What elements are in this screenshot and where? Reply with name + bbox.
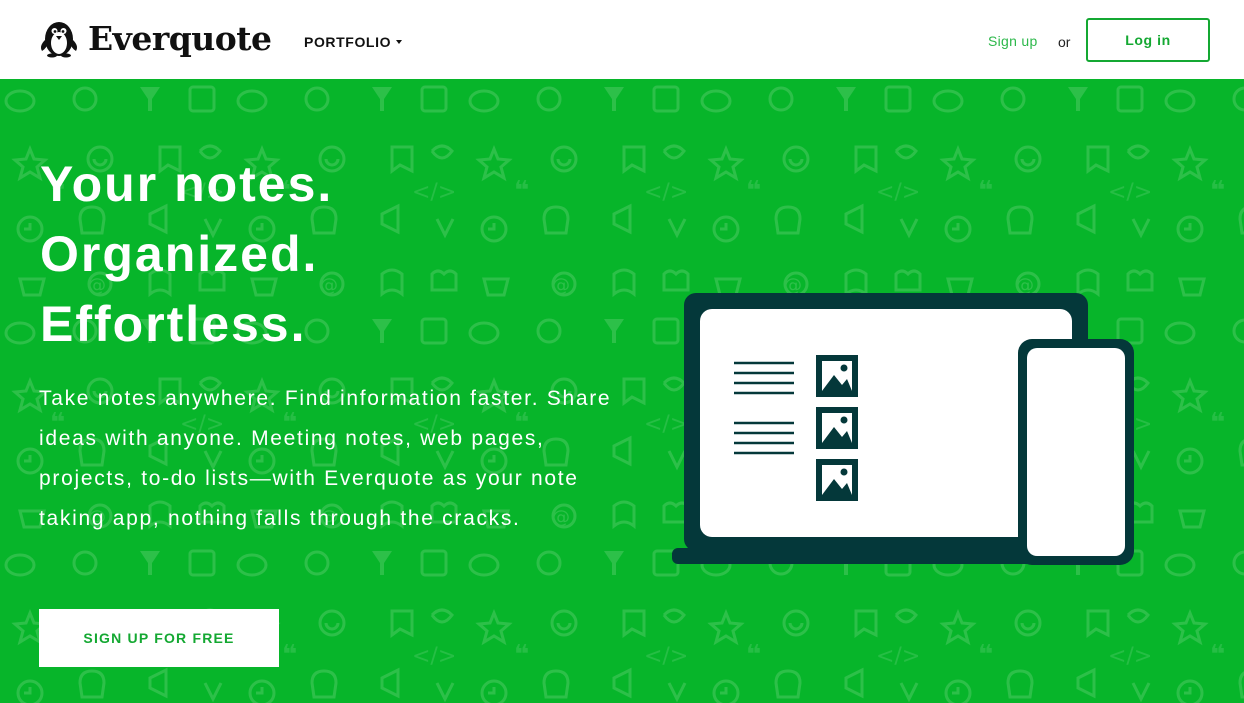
image-icon-3: [816, 459, 858, 501]
site-header: Everquote PORTFOLIO Sign up or Log in: [0, 0, 1244, 79]
brand-logo[interactable]: Everquote: [38, 18, 272, 58]
brand-name: Everquote: [88, 18, 272, 58]
hero-section: @ ❝ </> Your notes. Organized. Effortles…: [0, 79, 1244, 703]
portfolio-menu[interactable]: PORTFOLIO: [304, 34, 403, 50]
hero-headline: Your notes. Organized. Effortless.: [40, 149, 333, 359]
penguin-logo-icon: [41, 22, 77, 58]
signup-free-button[interactable]: SIGN UP FOR FREE: [39, 609, 279, 667]
headline-line-2: Organized.: [40, 226, 319, 282]
headline-line-1: Your notes.: [40, 156, 334, 212]
login-button[interactable]: Log in: [1086, 18, 1210, 62]
image-icon-2: [816, 407, 858, 449]
devices-illustration: [672, 293, 1134, 565]
signup-link[interactable]: Sign up: [988, 33, 1038, 49]
headline-line-3: Effortless.: [40, 296, 307, 352]
portfolio-label: PORTFOLIO: [304, 34, 392, 50]
phone-illustration: [1018, 339, 1134, 565]
image-icon-1: [816, 355, 858, 397]
or-separator: or: [1058, 34, 1071, 50]
caret-down-icon: [396, 40, 403, 44]
hero-description: Take notes anywhere. Find information fa…: [39, 387, 612, 530]
